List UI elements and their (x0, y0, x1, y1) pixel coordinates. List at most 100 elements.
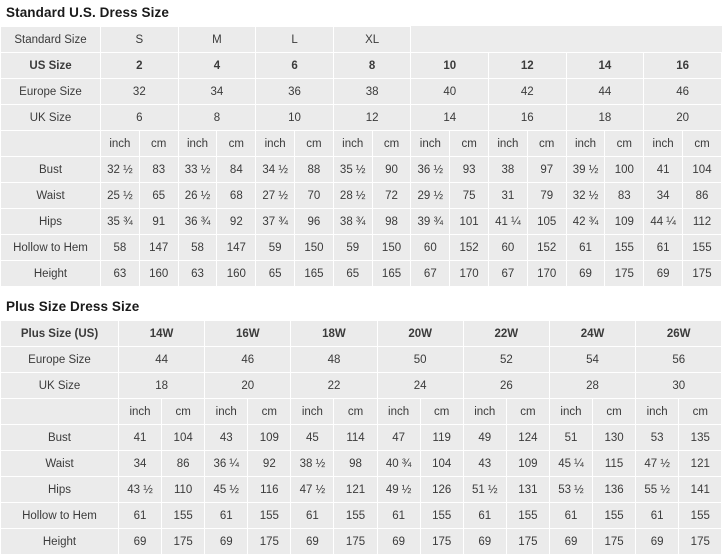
uk-size-cell: 10 (255, 104, 334, 131)
group-cell-m: M (177, 26, 257, 53)
table-row-europe-size: Europe Size 44 46 48 50 52 54 56 (0, 346, 722, 373)
measurement-cell: 61 (117, 502, 163, 529)
measurement-cell: 63 (100, 260, 140, 287)
measurement-cell: 155 (247, 502, 292, 529)
standard-size-table: Standard Size S M L XL US Size 2 4 6 8 10 12 14 16 Eur… (0, 26, 722, 287)
measurement-cell: 101 (449, 208, 490, 235)
table-row-plus-size: Plus Size (US) 14W 16W 18W 20W 22W 24W 26W (0, 320, 722, 347)
us-size-cell: 14 (565, 52, 645, 79)
row-label-standard-size: Standard Size (0, 26, 102, 53)
plus-size-cell: 22W (462, 320, 550, 347)
measurement-cell: 135 (678, 424, 722, 451)
table-row-measurement: Hollow to Hem 61 155 61 155 61 155 61 155 61 155 61… (0, 502, 722, 529)
measurement-cell: 47 ½ (290, 476, 335, 503)
europe-size-cell: 32 (100, 78, 179, 105)
measurement-cell: 67 (410, 260, 451, 287)
measurement-cell: 60 (488, 234, 528, 261)
measurement-cell: 44 ¼ (643, 208, 683, 235)
plus-size-cell: 18W (290, 320, 378, 347)
row-label-waist: Waist (0, 450, 119, 477)
row-label-uk-size: UK Size (0, 104, 102, 131)
unit-header-inch: inch (462, 398, 507, 425)
measurement-cell: 31 (488, 182, 528, 209)
measurement-cell: 84 (216, 156, 257, 183)
measurement-cell: 109 (604, 208, 645, 235)
measurement-cell: 47 (376, 424, 421, 451)
measurement-cell: 165 (294, 260, 334, 287)
measurement-cell: 155 (161, 502, 206, 529)
uk-size-cell: 16 (488, 104, 567, 131)
europe-size-cell: 50 (376, 346, 464, 373)
measurement-cell: 67 (488, 260, 528, 287)
row-label-height: Height (0, 528, 119, 555)
measurement-cell: 61 (635, 502, 680, 529)
measurement-cell: 141 (678, 476, 722, 503)
measurement-cell: 175 (682, 260, 722, 287)
uk-size-cell: 8 (177, 104, 257, 131)
row-label-europe-size: Europe Size (0, 346, 119, 373)
measurement-cell: 43 (462, 450, 507, 477)
group-cell-s: S (100, 26, 179, 53)
measurement-cell: 41 (643, 156, 683, 183)
us-size-cell: 2 (100, 52, 179, 79)
measurement-cell: 131 (505, 476, 550, 503)
measurement-cell: 115 (592, 450, 637, 477)
row-label-hips: Hips (0, 208, 102, 235)
table-row-measurement: Bust 32 ½ 83 33 ½ 84 34 ½ 88 35 ½ 90 36 ½ 93 38 97 39… (0, 156, 722, 183)
measurement-cell: 69 (565, 260, 606, 287)
uk-size-cell: 28 (548, 372, 637, 399)
measurement-cell: 69 (290, 528, 335, 555)
measurement-cell: 165 (371, 260, 412, 287)
measurement-cell: 35 ½ (332, 156, 373, 183)
table-row-uk-size: UK Size 6 8 10 12 14 16 18 20 (0, 104, 722, 131)
measurement-cell: 155 (678, 502, 722, 529)
measurement-cell: 105 (526, 208, 567, 235)
unit-header-cm: cm (505, 398, 550, 425)
measurement-cell: 100 (604, 156, 645, 183)
measurement-cell: 36 ¾ (177, 208, 218, 235)
measurement-cell: 155 (419, 502, 464, 529)
measurement-cell: 69 (376, 528, 421, 555)
unit-header-inch: inch (100, 130, 140, 157)
europe-size-cell: 42 (488, 78, 567, 105)
measurement-cell: 32 ½ (565, 182, 606, 209)
unit-header-inch: inch (290, 398, 335, 425)
standard-table-body: Standard Size S M L XL US Size 2 4 6 8 10 12 14 16 Eur… (0, 26, 722, 287)
europe-size-cell: 36 (255, 78, 334, 105)
unit-header-cm: cm (526, 130, 567, 157)
measurement-cell: 45 ¼ (548, 450, 594, 477)
plus-table-body: Plus Size (US) 14W 16W 18W 20W 22W 24W 26W Europ… (0, 320, 722, 555)
row-label-europe-size: Europe Size (0, 78, 102, 105)
measurement-cell: 69 (462, 528, 507, 555)
unit-header-cm: cm (138, 130, 179, 157)
uk-size-cell: 26 (462, 372, 550, 399)
measurement-cell: 112 (682, 208, 722, 235)
table-row-measurement: Hips 35 ¾ 91 36 ¾ 92 37 ¾ 96 38 ¾ 98 39 ¾ 101 41 ¼1… (0, 208, 722, 235)
measurement-cell: 38 (488, 156, 528, 183)
us-size-cell: 4 (177, 52, 257, 79)
measurement-cell: 152 (449, 234, 490, 261)
measurement-cell: 104 (419, 450, 464, 477)
measurement-cell: 63 (177, 260, 218, 287)
measurement-cell: 92 (216, 208, 257, 235)
unit-header-cm: cm (449, 130, 490, 157)
unit-header-inch: inch (255, 130, 296, 157)
us-size-cell: 16 (643, 52, 722, 79)
unit-header-cm: cm (419, 398, 464, 425)
measurement-cell: 39 ½ (565, 156, 606, 183)
measurement-cell: 175 (333, 528, 378, 555)
units-row-blank-label (0, 130, 102, 157)
unit-header-inch: inch (488, 130, 528, 157)
measurement-cell: 49 (462, 424, 507, 451)
size-chart-page: Standard U.S. Dress Size Standard Size S M… (0, 0, 722, 555)
standard-section-title: Standard U.S. Dress Size (6, 5, 169, 20)
measurement-cell: 61 (565, 234, 606, 261)
uk-size-cell: 18 (117, 372, 206, 399)
measurement-cell: 58 (177, 234, 218, 261)
measurement-cell: 39 ¾ (410, 208, 451, 235)
measurement-cell: 53 ½ (548, 476, 594, 503)
uk-size-cell: 24 (376, 372, 464, 399)
europe-size-cell: 44 (565, 78, 645, 105)
row-label-waist: Waist (0, 182, 102, 209)
